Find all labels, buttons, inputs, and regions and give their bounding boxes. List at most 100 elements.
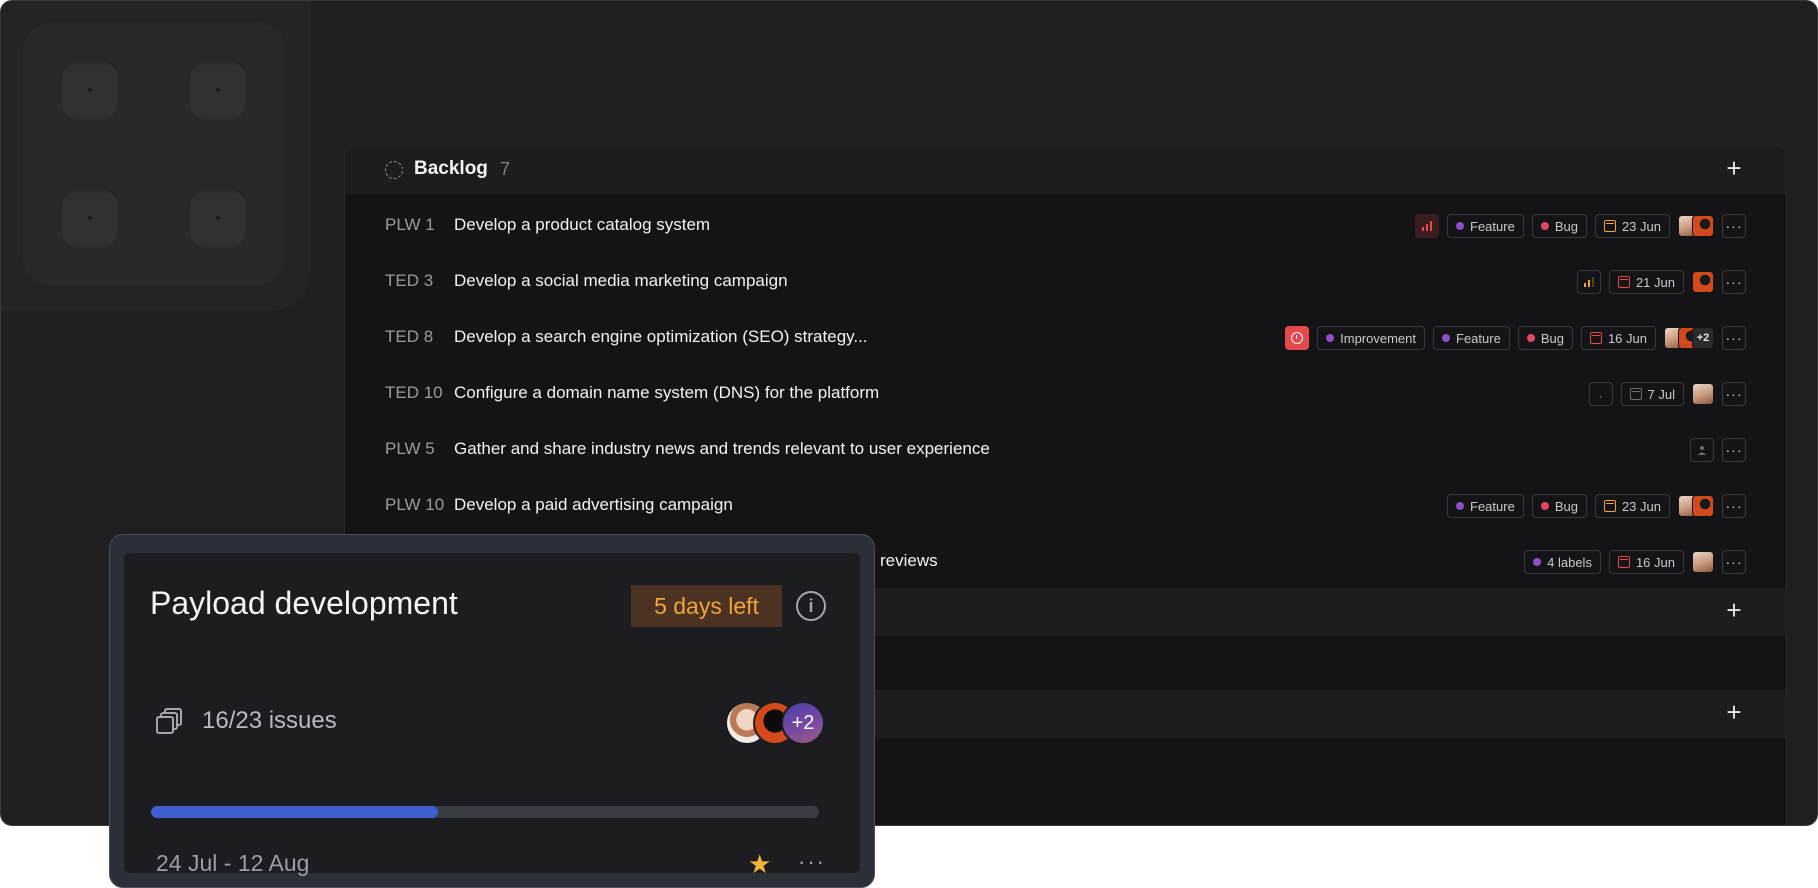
due-date-pill[interactable]: 7 Jul <box>1620 382 1684 406</box>
star-icon[interactable]: ★ <box>748 851 772 877</box>
label-pill[interactable]: Feature <box>1447 494 1524 518</box>
assignees[interactable] <box>1678 495 1714 517</box>
label-pill[interactable]: 4 labels <box>1524 550 1601 574</box>
label-pill[interactable]: Feature <box>1433 326 1510 350</box>
avatar <box>1692 495 1714 517</box>
due-date: 16 Jun <box>1607 330 1647 346</box>
due-date: 21 Jun <box>1635 274 1675 290</box>
label-text: 4 labels <box>1547 554 1592 570</box>
assignees[interactable] <box>1692 551 1714 573</box>
assignees[interactable]: +2 <box>1664 327 1714 349</box>
priority-button[interactable]: , <box>1588 382 1613 406</box>
due-date: 23 Jun <box>1621 498 1661 514</box>
urgent-icon <box>1291 332 1304 344</box>
issue-title: Develop a search engine optimization (SE… <box>454 327 868 346</box>
add-issue-button[interactable]: + <box>1722 699 1746 725</box>
issue-id: TED 8 <box>385 327 434 346</box>
issue-title: Develop a social media marketing campaig… <box>454 271 788 290</box>
due-date-pill[interactable]: 16 Jun <box>1580 326 1656 350</box>
issue-id: TED 3 <box>385 271 434 290</box>
priority-button[interactable] <box>1576 270 1601 294</box>
due-date-pill[interactable]: 16 Jun <box>1608 550 1684 574</box>
logo-dot <box>189 189 247 247</box>
cycle-assignees[interactable]: +2 <box>725 701 825 745</box>
more-options-button[interactable]: ··· <box>1722 550 1746 574</box>
issue-id: PLW 1 <box>385 215 435 234</box>
assignees[interactable] <box>1678 215 1714 237</box>
calendar-icon <box>1617 556 1630 568</box>
issue-meta: 4 labels 16 Jun ··· <box>1524 549 1746 575</box>
label-pill[interactable]: Bug <box>1531 214 1587 238</box>
cycle-title: Payload development <box>150 585 458 621</box>
more-options-button[interactable]: ··· <box>1722 382 1746 406</box>
cycle-card-body: Payload development 5 days left i 16/23 … <box>124 553 860 877</box>
info-icon[interactable]: i <box>796 591 826 621</box>
label-dot <box>1442 334 1450 342</box>
issue-row[interactable]: TED 8 Develop a search engine optimizati… <box>345 310 1786 366</box>
issue-row[interactable]: PLW 5 Gather and share industry news and… <box>345 422 1786 478</box>
issue-row[interactable]: TED 3 Develop a social media marketing c… <box>345 254 1786 310</box>
label-text: Bug <box>1540 330 1564 346</box>
issue-meta: Feature Bug 23 Jun ··· <box>1415 213 1746 239</box>
issue-meta: , 7 Jul ··· <box>1588 381 1746 407</box>
issue-id: PLW 5 <box>385 439 435 458</box>
label-dot <box>1540 222 1549 230</box>
issue-meta: ··· <box>1690 437 1746 463</box>
backlog-status-icon <box>385 161 403 179</box>
priority-bars-icon <box>1583 277 1594 287</box>
label-pill[interactable]: Feature <box>1447 214 1524 238</box>
due-date: 23 Jun <box>1621 218 1661 234</box>
due-date-pill[interactable]: 23 Jun <box>1594 214 1670 238</box>
issue-meta: 21 Jun ··· <box>1576 269 1746 295</box>
label-text: Improvement <box>1340 330 1416 346</box>
assignees[interactable] <box>1692 383 1714 405</box>
user-icon <box>1698 446 1706 455</box>
label-pill[interactable]: Bug <box>1517 326 1573 350</box>
more-options-button[interactable]: ··· <box>1722 270 1746 294</box>
more-options-button[interactable]: ··· <box>1722 494 1746 518</box>
due-date: 7 Jul <box>1647 386 1675 402</box>
issue-title: reviews <box>880 551 938 570</box>
due-date-pill[interactable]: 21 Jun <box>1608 270 1684 294</box>
issues-count: 16/23 issues <box>202 707 337 734</box>
cycle-card[interactable]: Payload development 5 days left i 16/23 … <box>109 534 875 888</box>
label-pill[interactable]: Bug <box>1531 494 1587 518</box>
label-text: Feature <box>1470 218 1515 234</box>
issue-title: Develop a product catalog system <box>454 215 711 234</box>
more-options-button[interactable]: ··· <box>1722 214 1746 238</box>
days-left-badge: 5 days left <box>631 585 782 627</box>
issue-row[interactable]: TED 10 Configure a domain name system (D… <box>345 366 1786 422</box>
app-logo <box>1 1 311 311</box>
issue-title: Gather and share industry news and trend… <box>454 439 990 458</box>
calendar-icon <box>1617 276 1630 288</box>
ellipsis-icon[interactable]: ··· <box>798 849 826 875</box>
label-dot <box>1326 334 1335 342</box>
due-date-pill[interactable]: 23 Jun <box>1594 494 1670 518</box>
issue-title: Develop a paid advertising campaign <box>454 495 733 514</box>
logo-dot <box>61 189 119 247</box>
more-options-button[interactable]: ··· <box>1722 326 1746 350</box>
group-header-backlog[interactable]: Backlog 7 + <box>345 146 1786 194</box>
add-issue-button[interactable]: + <box>1722 597 1746 623</box>
assignees[interactable] <box>1692 271 1714 293</box>
add-issue-button[interactable]: + <box>1722 155 1746 181</box>
logo-dot <box>61 61 119 119</box>
issue-title: Configure a domain name system (DNS) for… <box>454 383 880 402</box>
logo-tile <box>23 23 285 285</box>
avatar <box>1692 271 1714 293</box>
priority-button[interactable] <box>1285 326 1310 350</box>
issue-card-shape <box>156 716 174 734</box>
avatar <box>1692 551 1714 573</box>
avatar <box>1692 215 1714 237</box>
issue-row[interactable]: PLW 1 Develop a product catalog system F… <box>345 198 1786 254</box>
calendar-icon <box>1589 332 1602 344</box>
issue-row[interactable]: PLW 10 Develop a paid advertising campai… <box>345 478 1786 534</box>
more-options-button[interactable]: ··· <box>1722 438 1746 462</box>
priority-bars-icon <box>1422 221 1432 231</box>
assign-user-button[interactable] <box>1690 438 1714 462</box>
priority-button[interactable] <box>1415 214 1439 238</box>
calendar-icon <box>1603 220 1616 232</box>
avatar <box>1692 383 1714 405</box>
label-pill[interactable]: Improvement <box>1317 326 1425 350</box>
label-text: Feature <box>1456 330 1501 346</box>
